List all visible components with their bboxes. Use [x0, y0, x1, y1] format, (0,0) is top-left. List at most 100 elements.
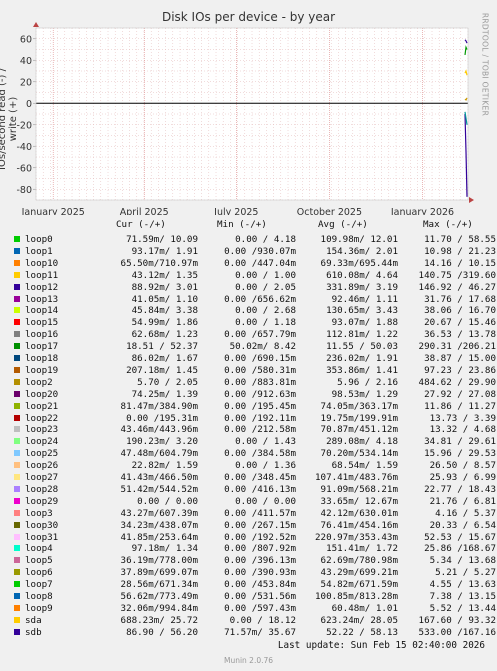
legend-max-value: 5.21 / 5.27	[435, 567, 496, 579]
legend-max-value: 97.23 / 23.86	[424, 364, 496, 376]
legend-min-value: 0.00 / 1.18	[235, 317, 296, 329]
legend-max-value: 4.16 / 5.37	[435, 507, 496, 519]
legend-swatch	[14, 593, 20, 599]
y-tick-label: 20	[20, 77, 32, 88]
legend-swatch	[14, 331, 20, 338]
legend-avg-value: 93.07m/ 1.88	[331, 317, 398, 329]
legend-row: sdb 86.90 / 56.20 71.57m/ 35.67 52.22 / 58.…	[0, 627, 497, 639]
x-tick-label: January 2025	[21, 207, 85, 215]
legend-swatch	[14, 295, 20, 302]
legend-min-value: 0.00 /930.07m	[224, 245, 296, 257]
legend-row: loop15 54.99m/ 1.86 0.00 / 1.18 93.07m/ 1.8…	[0, 317, 497, 329]
legend-device-name: loop25	[25, 448, 59, 460]
legend-row: loop11 43.12m/ 1.35 0.00 / 1.00 610.08m/ 4.…	[0, 270, 497, 282]
legend-max-value: 290.31 /206.21	[418, 341, 496, 353]
legend-row: loop17 18.51 / 52.37 50.02m/ 8.42 11.55 / 5…	[0, 341, 497, 353]
legend-cur-value: 41.05m/ 1.10	[131, 293, 198, 305]
legend-row: loop6 37.89m/699.07m 0.00 /390.93m 43.29m/6…	[0, 567, 497, 579]
legend-device-name: loop23	[25, 424, 59, 436]
legend-max-value: 20.33 / 6.54	[429, 519, 496, 531]
legend-device-name: sdb	[25, 626, 42, 638]
legend-device-name: loop28	[25, 483, 59, 495]
legend-cur-value: 36.19m/778.00m	[120, 555, 198, 567]
legend-avg-value: 109.98m/ 12.01	[320, 234, 398, 245]
legend-cur-value: 45.84m/ 3.38	[131, 305, 198, 317]
legend-cur-value: 54.99m/ 1.86	[131, 317, 198, 329]
legend-min-value: 0.00 / 18.12	[229, 614, 296, 626]
y-tick-label: 0	[26, 99, 32, 110]
legend-swatch	[14, 569, 20, 576]
legend-max-value: 20.67 / 15.46	[424, 317, 496, 329]
legend-row: loop1 93.17m/ 1.91 0.00 /930.07m 154.36m/ 2…	[0, 246, 497, 258]
legend-device-name: loop24	[25, 436, 59, 448]
legend-min-value: 0.00 / 1.00	[235, 269, 296, 281]
legend-swatch	[14, 581, 20, 588]
legend-row: loop3 43.27m/607.39m 0.00 /411.57m 42.12m/6…	[0, 508, 497, 520]
legend-max-value: 38.06 / 16.70	[424, 305, 496, 317]
legend-max-value: 5.34 / 13.68	[429, 555, 496, 567]
legend-device-name: loop3	[25, 507, 53, 519]
legend-swatch	[14, 438, 20, 445]
legend-swatch	[14, 485, 20, 492]
legend-row: loop24 190.23m/ 3.20 0.00 / 1.43 289.08m/ 4…	[0, 436, 497, 448]
legend-cur-value: 93.17m/ 1.91	[131, 245, 198, 257]
legend-device-name: loop2	[25, 376, 53, 388]
legend-cur-value: 47.48m/604.79m	[120, 448, 198, 460]
legend-swatch	[14, 390, 20, 397]
legend-max-value: 31.76 / 17.68	[424, 293, 496, 305]
legend-row: loop27 41.43m/466.50m 0.00 /348.45m 107.41m…	[0, 472, 497, 484]
legend-max-value: 13.32 / 4.68	[429, 424, 496, 436]
legend-min-value: 0.00 / 1.36	[235, 460, 296, 472]
legend-swatch	[14, 283, 20, 290]
legend-row: loop21 81.47m/384.90m 0.00 /195.45m 74.05m/…	[0, 401, 497, 413]
legend-row: loop10 65.50m/710.97m 0.00 /447.04m 69.33m/…	[0, 258, 497, 270]
legend-min-value: 0.00 /267.15m	[224, 519, 296, 531]
legend-cur-value: 5.70 / 2.05	[137, 376, 198, 388]
legend-max-value: 25.93 / 6.99	[429, 472, 496, 483]
legend-max-value: 38.87 / 15.00	[424, 353, 496, 364]
legend-min-value: 0.00 /192.11m	[224, 412, 296, 424]
legend-swatch	[14, 533, 20, 540]
legend-min-value: 71.57m/ 35.67	[224, 626, 296, 638]
legend-row: loop16 62.68m/ 1.23 0.00 /657.79m 112.81m/ …	[0, 329, 497, 341]
legend-swatch	[14, 319, 20, 326]
legend-cur-value: 37.89m/699.07m	[120, 567, 198, 579]
chart-plot: January 2025 April 2025 July 2025 October 2…	[16, 22, 474, 215]
legend-device-name: loop11	[25, 269, 59, 281]
legend-max-value: 34.81 / 29.61	[424, 436, 496, 448]
legend-swatch	[14, 545, 20, 552]
legend-device-name: loop16	[25, 329, 59, 341]
legend-avg-value: 19.75m/199.91m	[320, 412, 398, 424]
legend-cur-value: 56.62m/773.49m	[120, 591, 198, 602]
legend-device-name: loop21	[25, 400, 59, 412]
legend-avg-value: 100.85m/813.28m	[315, 591, 398, 602]
legend-device-name: loop30	[25, 519, 59, 531]
legend-avg-value: 98.53m/ 1.29	[331, 388, 398, 400]
legend-cur-value: 86.02m/ 1.67	[131, 353, 198, 364]
legend-swatch	[14, 474, 20, 480]
legend-device-name: loop5	[25, 555, 53, 567]
legend-row: loop9 32.06m/994.84m 0.00 /597.43m 60.48m/ …	[0, 603, 497, 615]
legend-min-value: 0.00 /807.92m	[224, 543, 296, 555]
legend-swatch	[14, 307, 20, 314]
legend-swatch	[14, 414, 20, 421]
legend-avg-value: 154.36m/ 2.01	[326, 245, 398, 257]
legend-row: loop4 97.18m/ 1.34 0.00 /807.92m 151.41m/ 1…	[0, 543, 497, 555]
legend-row: loop8 56.62m/773.49m 0.00 /531.56m 100.85m/…	[0, 591, 497, 603]
x-axis-arrow	[469, 197, 474, 203]
legend-avg-value: 68.54m/ 1.59	[331, 460, 398, 472]
legend-max-value: 21.76 / 6.81	[429, 495, 496, 507]
legend-max-value: 27.92 / 27.08	[424, 388, 496, 400]
legend-row: loop19 207.18m/ 1.45 0.00 /580.31m 353.86m/…	[0, 365, 497, 377]
y-tick-label: -80	[16, 185, 32, 196]
legend-avg-value: 353.86m/ 1.41	[326, 364, 398, 376]
legend-avg-value: 107.41m/483.76m	[315, 472, 398, 483]
legend-device-name: loop1	[25, 245, 53, 257]
legend-header-cur: Cur (-/+)	[116, 219, 166, 230]
legend-min-value: 0.00 / 1.43	[235, 436, 296, 448]
legend-avg-value: 70.20m/534.14m	[320, 448, 398, 460]
legend-swatch	[14, 271, 20, 278]
legend-max-value: 5.52 / 13.44	[429, 602, 496, 614]
legend-max-value: 167.60 / 93.32	[418, 614, 496, 626]
legend-swatch	[14, 378, 20, 385]
